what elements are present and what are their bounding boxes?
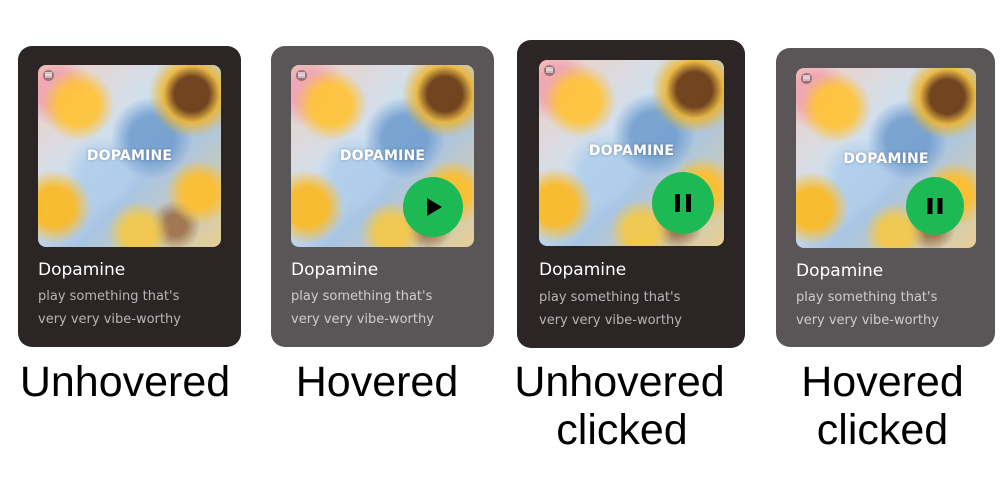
- playlist-title: Dopamine: [38, 260, 126, 280]
- pause-icon: [675, 194, 691, 212]
- cover-title-text: DOPAMINE: [339, 148, 426, 164]
- cover-title-text: DOPAMINE: [588, 143, 675, 159]
- playlist-description-line-2: very very vibe-worthy: [291, 312, 434, 327]
- pause-icon: [927, 198, 943, 214]
- playlist-description-line-1: play something that's: [539, 290, 681, 305]
- pause-button[interactable]: [906, 177, 964, 235]
- spotify-logo-icon: [801, 73, 812, 84]
- playlist-cover-image: DOPAMINE: [38, 65, 221, 247]
- state-label-unhovered-clicked-line-2: clicked: [556, 406, 688, 454]
- playlist-card-unhovered-clicked[interactable]: DOPAMINE Dopamine play something that's …: [517, 40, 745, 348]
- playlist-title: Dopamine: [291, 260, 379, 280]
- state-label-unhovered: Unhovered: [19, 358, 231, 406]
- playlist-description-line-1: play something that's: [291, 289, 433, 304]
- play-icon: [427, 198, 442, 216]
- playlist-description-line-1: play something that's: [38, 289, 180, 304]
- cover-title-text: DOPAMINE: [843, 151, 929, 167]
- playlist-card-unhovered[interactable]: DOPAMINE Dopamine play something that's …: [18, 46, 241, 347]
- playlist-description-line-1: play something that's: [796, 290, 938, 305]
- state-label-hovered-clicked-line-2: clicked: [816, 406, 949, 454]
- state-label-unhovered-clicked-line-1: Unhovered: [514, 358, 725, 406]
- playlist-description-line-2: very very vibe-worthy: [38, 312, 181, 327]
- state-label-hovered: Hovered: [295, 358, 459, 406]
- playlist-title: Dopamine: [539, 260, 627, 280]
- play-button[interactable]: [403, 177, 463, 237]
- playlist-card-hovered[interactable]: DOPAMINE Dopamine play something that's …: [271, 46, 494, 347]
- state-label-hovered-clicked-line-1: Hovered: [801, 358, 964, 406]
- cover-title-text: DOPAMINE: [86, 148, 173, 164]
- playlist-card-hovered-clicked[interactable]: DOPAMINE Dopamine play something that's …: [776, 48, 995, 347]
- spotify-logo-icon: [296, 70, 307, 81]
- spotify-logo-icon: [544, 65, 555, 76]
- playlist-description-line-2: very very vibe-worthy: [539, 313, 682, 328]
- playlist-title: Dopamine: [796, 261, 884, 281]
- spotify-logo-icon: [43, 70, 54, 81]
- pause-button[interactable]: [652, 172, 714, 234]
- playlist-description-line-2: very very vibe-worthy: [796, 313, 939, 328]
